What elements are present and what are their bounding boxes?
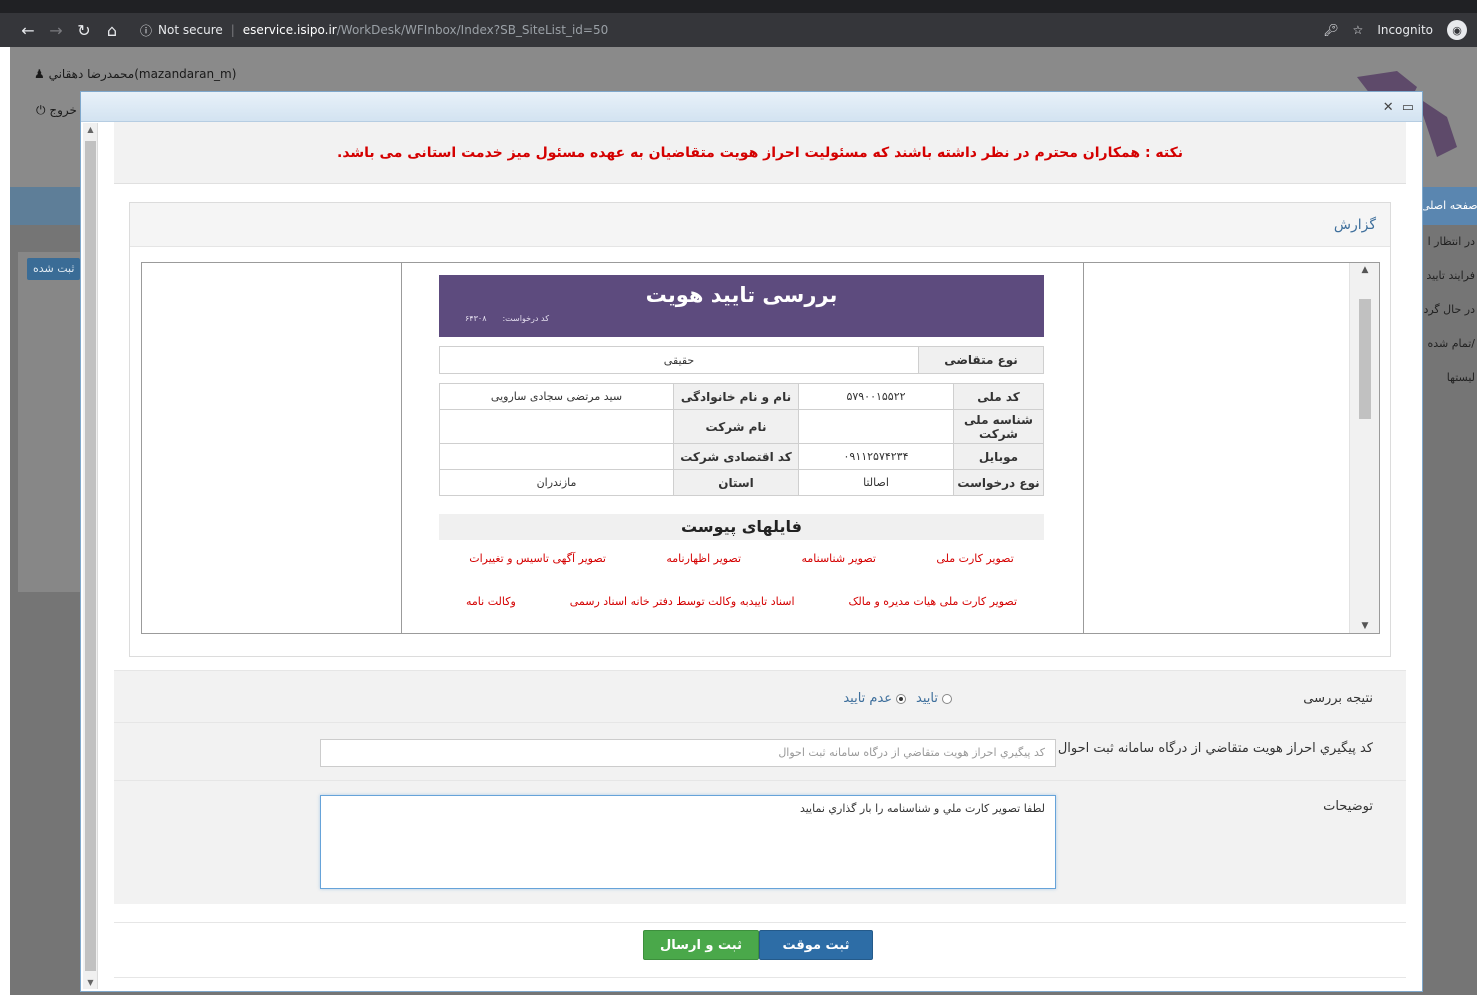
- right-menu: صفحه اصلی در انتظار ا فرایند تایید در حا…: [1421, 187, 1477, 395]
- url-host: eservice.isipo.ir: [242, 23, 337, 37]
- mobile-label: موبایل: [953, 443, 1044, 470]
- action-bar: ثبت موقت ثبت و ارسال: [114, 922, 1406, 978]
- econ-code-value: [439, 443, 674, 470]
- report-document: بررسی تایید هویت کد درخواست:۶۴۳۰۸ نوع مت…: [439, 275, 1044, 608]
- doc-title: بررسی تایید هویت: [645, 283, 838, 307]
- applicant-type-value: حقیقی: [439, 346, 919, 374]
- attachments-row-1: تصویر کارت ملی تصویر شناسنامه تصویر اظها…: [439, 552, 1044, 565]
- fullname-value: سید مرتضی سجادی سارویی: [439, 383, 674, 410]
- review-modal: ✕ ▭ ▲ ▼ نکته : همکاران محترم در نظر داشت…: [80, 91, 1423, 992]
- attachments-title: فایلهای پیوست: [439, 514, 1044, 540]
- attachments-row-2: تصویر کارت ملی هیات مدیره و مالک اسناد ت…: [439, 595, 1044, 608]
- econ-code-label: کد اقتصادی شرکت: [673, 443, 799, 470]
- mobile-value: ۰۹۱۱۲۵۷۴۲۳۴: [798, 443, 954, 470]
- address-bar[interactable]: ⓘ Not secure | eservice.isipo.ir /WorkDe…: [140, 22, 608, 39]
- notice-text: نکته : همکاران محترم در نظر داشته باشند …: [337, 144, 1184, 161]
- home-icon[interactable]: ⌂: [98, 16, 126, 44]
- temp-save-button[interactable]: ثبت موقت: [759, 930, 873, 960]
- tab-registered[interactable]: ثبت شده: [27, 258, 81, 280]
- request-type-value: اصالتا: [798, 469, 954, 496]
- maximize-icon[interactable]: ▭: [1402, 100, 1414, 115]
- modal-scrollbar[interactable]: ▲ ▼: [83, 123, 98, 989]
- submit-button[interactable]: ثبت و ارسال: [643, 930, 759, 960]
- browser-toolbar: ← → ↻ ⌂ ⓘ Not secure | eservice.isipo.ir…: [0, 13, 1477, 47]
- reject-label[interactable]: عدم تایید: [843, 691, 892, 706]
- back-icon[interactable]: ←: [14, 16, 42, 44]
- key-icon[interactable]: 🔑︎: [1323, 23, 1338, 37]
- left-panel: [18, 252, 88, 592]
- info-icon[interactable]: ⓘ: [140, 22, 152, 39]
- tracking-row: کد پيگيري احراز هويت متقاضي از درگاه سام…: [114, 722, 1406, 780]
- forward-icon[interactable]: →: [42, 16, 70, 44]
- url-separator: |: [230, 23, 235, 37]
- report-title: گزارش: [130, 203, 1390, 247]
- notes-textarea[interactable]: لطفا تصوير کارت ملي و شناسنامه را بار گذ…: [320, 795, 1056, 889]
- notice-banner: نکته : همکاران محترم در نظر داشته باشند …: [114, 122, 1406, 184]
- applicant-info-table: کد ملی ۵۷۹۰۰۱۵۵۲۲ نام و نام خانوادگی سید…: [439, 383, 1044, 496]
- scroll-down-icon[interactable]: ▼: [83, 978, 98, 987]
- approve-radio[interactable]: [942, 693, 952, 704]
- scroll-down-icon[interactable]: ▼: [1350, 621, 1380, 631]
- national-code-value: ۵۷۹۰۰۱۵۵۲۲: [798, 383, 954, 410]
- result-label: نتیجه بررسی: [1303, 691, 1373, 706]
- security-label: Not secure: [158, 23, 223, 37]
- menu-finished[interactable]: تمام شده/: [1421, 327, 1477, 361]
- attachment-link[interactable]: تصویر آگهی تاسیس و تغییرات: [469, 552, 606, 565]
- url-path: /WorkDesk/WFInbox/Index?SB_SiteList_id=5…: [336, 23, 609, 37]
- scrollbar-thumb[interactable]: [1359, 299, 1371, 419]
- report-panel: گزارش بررسی تایید هویت کد درخواست:۶۴۳۰۸ …: [129, 202, 1391, 657]
- star-icon[interactable]: ☆: [1353, 23, 1364, 37]
- attachment-link[interactable]: تصویر کارت ملی هیات مدیره و مالک: [849, 595, 1018, 608]
- menu-in-progress[interactable]: در حال گرد: [1421, 293, 1477, 327]
- report-viewer: بررسی تایید هویت کد درخواست:۶۴۳۰۸ نوع مت…: [141, 262, 1380, 634]
- user-name: ♟ محمدرضا دهقاني(mazandaran_m): [34, 67, 237, 81]
- fullname-label: نام و نام خانوادگی: [673, 383, 799, 410]
- logout-link[interactable]: ⏻ خروج: [36, 103, 77, 118]
- company-name-value: [439, 409, 674, 444]
- notes-label: توضيحات: [1323, 799, 1373, 814]
- menu-waiting[interactable]: در انتظار ا: [1421, 225, 1477, 259]
- company-name-label: نام شرکت: [673, 409, 799, 444]
- power-icon: ⏻: [36, 103, 46, 117]
- scrollbar-thumb[interactable]: [85, 141, 96, 971]
- company-id-value: [798, 409, 954, 444]
- attachment-link[interactable]: تصویر کارت ملی: [936, 552, 1013, 565]
- applicant-type-table: نوع متقاضی حقیقی: [439, 346, 1044, 374]
- reload-icon[interactable]: ↻: [70, 16, 98, 44]
- tracking-label: کد پيگيري احراز هويت متقاضي از درگاه سام…: [1057, 741, 1373, 756]
- attachment-link[interactable]: تصویر شناسنامه: [801, 552, 875, 565]
- close-icon[interactable]: ✕: [1383, 100, 1394, 115]
- approve-label[interactable]: تایید: [916, 691, 938, 706]
- browser-tabstrip: [0, 0, 1477, 13]
- scroll-up-icon[interactable]: ▲: [1350, 265, 1380, 275]
- incognito-label[interactable]: Incognito: [1377, 23, 1433, 37]
- request-type-label: نوع درخواست: [953, 469, 1044, 496]
- national-code-label: کد ملی: [953, 383, 1044, 410]
- menu-lists[interactable]: لیستها: [1421, 361, 1477, 395]
- applicant-type-label: نوع متقاضی: [918, 346, 1044, 374]
- attachment-link[interactable]: تصویر اظهارنامه: [666, 552, 741, 565]
- report-scrollbar[interactable]: ▲ ▼: [1349, 263, 1379, 633]
- reject-radio[interactable]: [896, 693, 907, 704]
- company-id-label: شناسه ملی شرکت: [953, 409, 1044, 444]
- incognito-icon[interactable]: ◉: [1447, 20, 1467, 40]
- doc-banner: بررسی تایید هویت کد درخواست:۶۴۳۰۸: [439, 275, 1044, 337]
- scroll-up-icon[interactable]: ▲: [83, 125, 98, 134]
- result-radio-group: تایید عدم تایید: [843, 691, 952, 706]
- result-row: نتیجه بررسی تایید عدم تایید: [114, 670, 1406, 722]
- province-value: مازندران: [439, 469, 674, 496]
- notes-row: توضيحات لطفا تصوير کارت ملي و شناسنامه ر…: [114, 780, 1406, 904]
- request-number: کد درخواست:۶۴۳۰۸: [465, 314, 550, 323]
- attachment-link[interactable]: وکالت نامه: [466, 595, 516, 608]
- menu-approval[interactable]: فرایند تایید: [1421, 259, 1477, 293]
- modal-titlebar: ✕ ▭: [81, 92, 1422, 122]
- menu-home[interactable]: صفحه اصلی: [1421, 187, 1477, 225]
- attachment-link[interactable]: اسناد تاییدبه وکالت توسط دفتر خانه اسناد…: [570, 595, 795, 608]
- user-icon: ♟: [34, 67, 45, 81]
- province-label: استان: [673, 469, 799, 496]
- tracking-code-input[interactable]: کد پيگيري احراز هويت متقاضي از درگاه سام…: [320, 739, 1056, 767]
